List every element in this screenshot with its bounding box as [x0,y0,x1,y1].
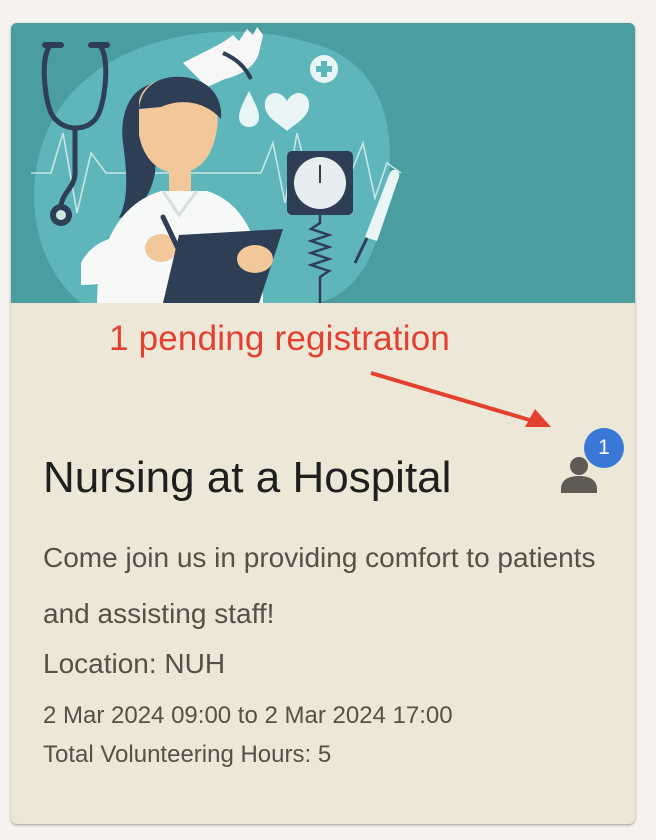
event-description: Come join us in providing comfort to pat… [43,542,596,629]
event-banner-illustration [11,23,635,303]
pending-registration-annotation: 1 pending registration [109,319,451,358]
nurse-hand [237,245,273,273]
event-dates: 2 Mar 2024 09:00 to 2 Mar 2024 17:00 [43,702,453,729]
pending-registrations-button[interactable]: 1 [555,425,635,495]
pending-count-badge: 1 [584,428,624,468]
event-title: Nursing at a Hospital [43,453,452,502]
event-location: Location: NUH [43,648,226,679]
event-volunteering-hours: Total Volunteering Hours: 5 [43,741,332,768]
event-card[interactable]: 1 pending registration 1 Nursing at a Ho… [11,23,635,824]
medical-cross-icon [310,55,338,83]
